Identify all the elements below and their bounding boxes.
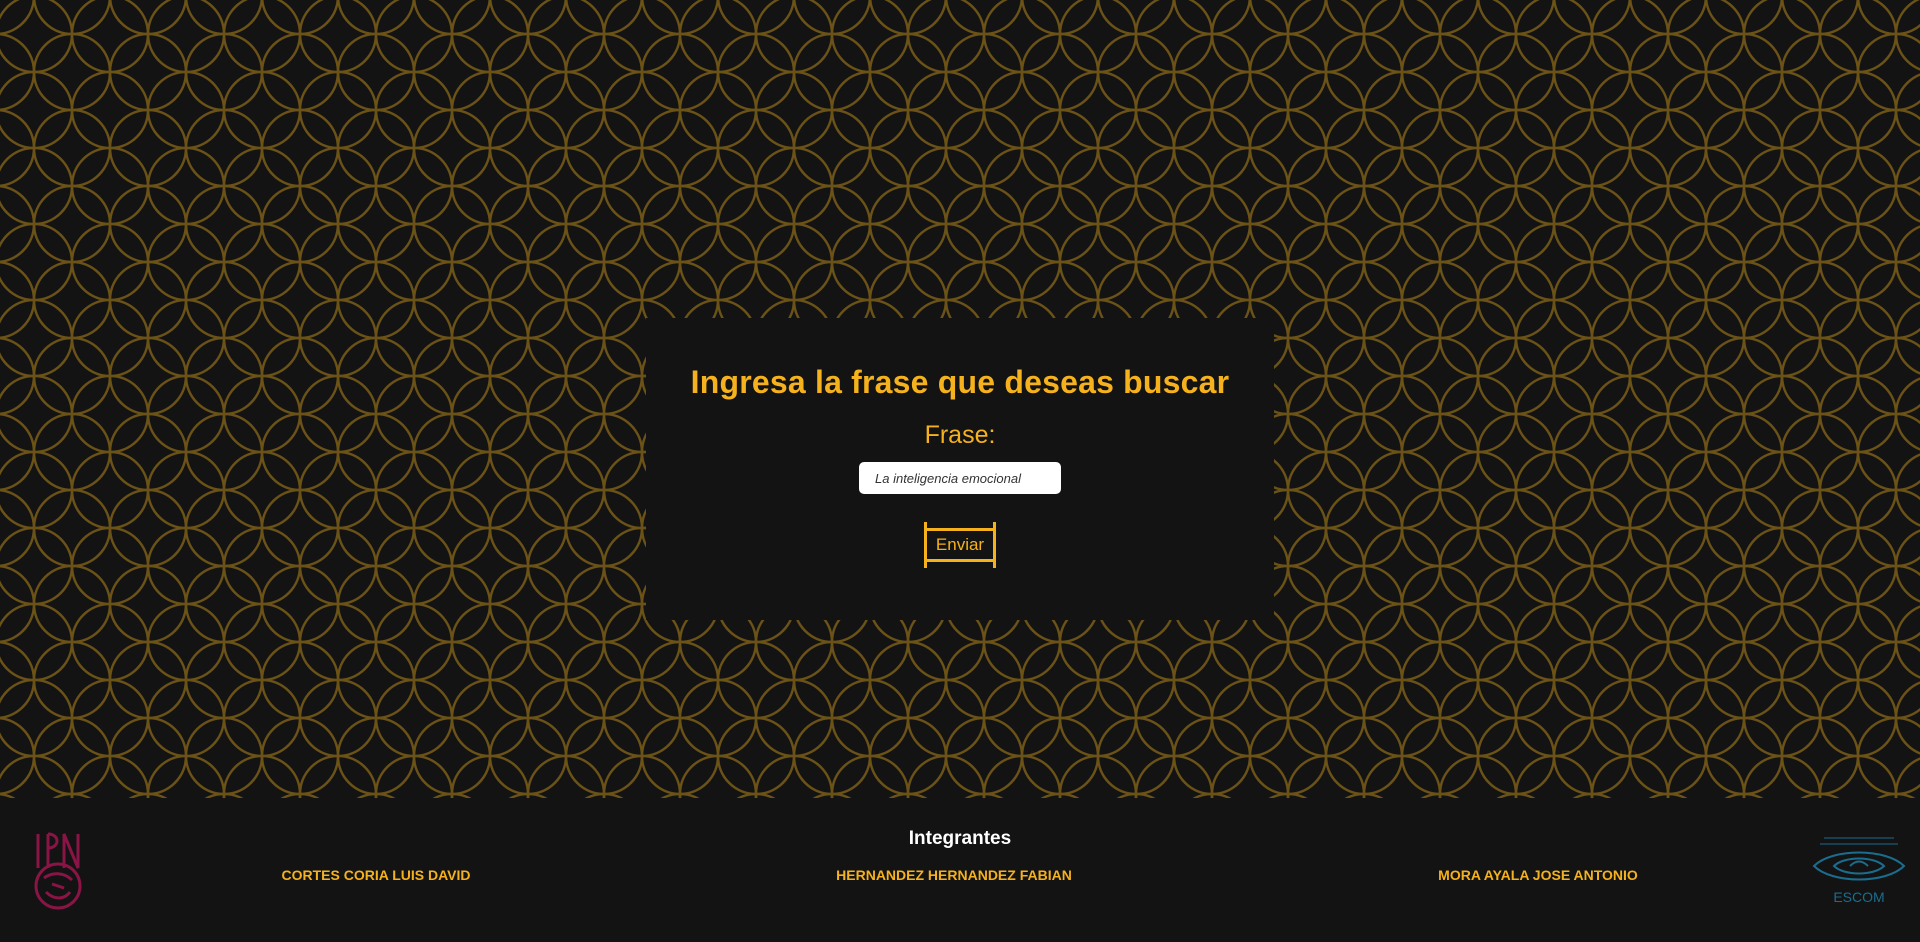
member-name: CORTES CORIA LUIS DAVID	[281, 867, 471, 883]
escom-logo-text: ESCOM	[1833, 889, 1884, 905]
footer-title: Integrantes	[908, 828, 1012, 849]
member-name: MORA AYALA JOSE ANTONIO	[1438, 867, 1638, 883]
search-form-card: Ingresa la frase que deseas buscar Frase…	[646, 318, 1274, 620]
phrase-input[interactable]	[859, 462, 1061, 494]
submit-button-frame: Enviar	[918, 522, 1002, 568]
member-name: HERNANDEZ HERNANDEZ FABIAN	[836, 867, 1072, 883]
phrase-label: Frase:	[924, 421, 996, 449]
footer: Integrantes CORTES CORIA LUIS DAVID HERN…	[0, 798, 1920, 942]
escom-logo: ESCOM	[1812, 834, 1906, 911]
submit-button[interactable]: Enviar	[924, 528, 996, 562]
page-title: Ingresa la frase que deseas buscar	[690, 364, 1230, 400]
button-frame-right	[993, 522, 996, 568]
